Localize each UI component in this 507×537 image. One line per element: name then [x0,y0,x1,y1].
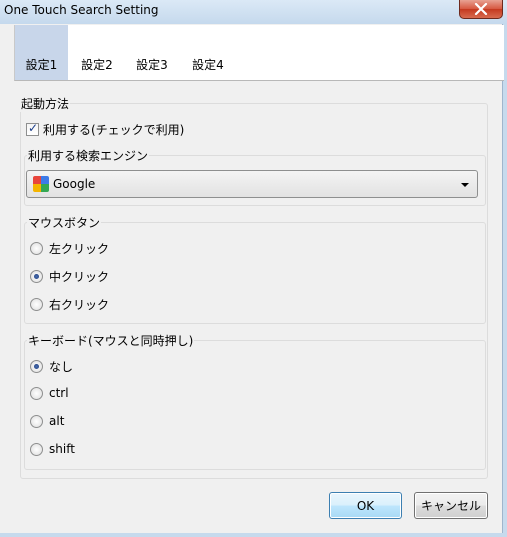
tab-settings-4[interactable]: 設定4 [185,25,231,80]
ok-button[interactable]: OK [329,492,402,519]
use-checkbox-label: 利用する(チェックで利用) [43,123,185,137]
keyboard-option-alt[interactable]: alt [30,414,64,428]
tab-settings-2[interactable]: 設定2 [74,25,120,80]
google-icon [33,176,49,192]
keyboard-option-ctrl[interactable]: ctrl [30,386,69,400]
radio-ctrl[interactable] [30,386,43,400]
mouse-option-middle[interactable]: 中クリック [30,268,109,285]
mouse-group-title: マウスボタン [27,214,102,231]
close-button[interactable] [459,0,503,19]
engine-group-title: 利用する検索エンジン [27,147,150,164]
tab-settings-3[interactable]: 設定3 [129,25,175,80]
use-checkbox[interactable]: ✓ [26,121,39,136]
use-checkbox-row[interactable]: ✓ 利用する(チェックで利用) [26,121,184,138]
startup-group-title: 起動方法 [20,95,71,112]
settings-panel: 起動方法 ✓ 利用する(チェックで利用) 利用する検索エンジン Google マ… [14,86,494,506]
tab-label: 設定1 [25,58,58,72]
search-engine-value: Google [53,177,96,191]
dropdown-arrow-icon [461,183,469,187]
cancel-button[interactable]: キャンセル [414,492,488,519]
search-engine-select[interactable]: Google [26,170,478,198]
keyboard-option-none[interactable]: なし [30,358,73,375]
radio-label: 中クリック [49,270,110,284]
title-bar: One Touch Search Setting [0,0,507,24]
radio-label: alt [49,414,65,428]
tab-label: 設定2 [81,58,113,72]
keyboard-group-box [24,340,486,470]
radio-label: ctrl [49,386,69,400]
radio-label: shift [49,442,75,456]
close-icon [474,3,488,15]
checkmark-icon: ✓ [28,121,39,135]
mouse-option-left[interactable]: 左クリック [30,240,109,257]
keyboard-option-shift[interactable]: shift [30,442,75,456]
tab-strip: 設定1 設定2 設定3 設定4 [14,25,504,81]
radio-alt[interactable] [30,414,43,428]
tab-settings-1[interactable]: 設定1 [15,25,68,80]
radio-label: 右クリック [49,298,110,312]
tab-label: 設定4 [192,58,224,72]
radio-label: なし [49,360,74,374]
tab-label: 設定3 [136,58,168,72]
keyboard-group-title: キーボード(マウスと同時押し) [27,332,195,349]
radio-shift[interactable] [30,442,43,456]
radio-middle-click[interactable] [30,270,43,283]
radio-right-click[interactable] [30,298,43,311]
window-title: One Touch Search Setting [4,3,159,17]
mouse-option-right[interactable]: 右クリック [30,296,109,313]
radio-none[interactable] [30,360,43,373]
radio-label: 左クリック [49,242,110,256]
dialog-client-area: 設定1 設定2 設定3 設定4 起動方法 ✓ 利用する(チェックで利用) 利用す… [0,24,504,533]
radio-left-click[interactable] [30,242,43,255]
